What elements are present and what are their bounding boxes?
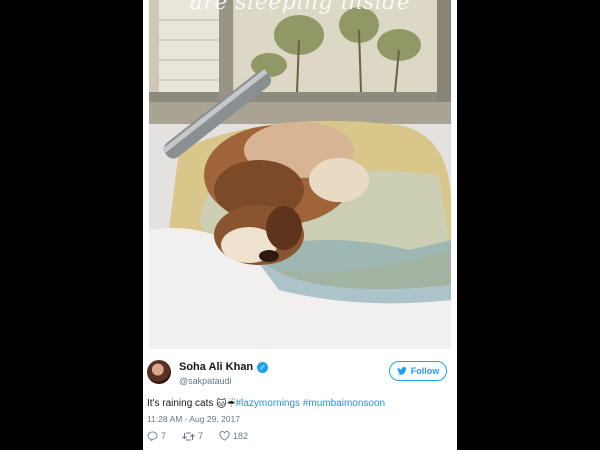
retweet-icon	[182, 432, 195, 440]
like-action[interactable]: 182	[219, 431, 248, 441]
verified-badge-icon: ✓	[257, 361, 269, 373]
hashtag-mumbaimonsoon[interactable]: #mumbaimonsoon	[303, 398, 385, 409]
tweet-author: Soha Ali Khan ✓ @sakpataudi Follow	[147, 358, 453, 392]
tweet-card: are sleeping inside Soha Ali Khan ✓ @sak…	[143, 0, 457, 450]
author-handle[interactable]: @sakpataudi	[179, 376, 232, 386]
tweet-photo[interactable]: are sleeping inside	[149, 0, 451, 349]
twitter-bird-icon	[396, 367, 407, 375]
retweet-action[interactable]: 7	[182, 431, 203, 441]
hashtag-lazymornings[interactable]: #lazymornings	[236, 398, 300, 409]
tweet-timestamp[interactable]: 11:28 AM - Aug 29, 2017	[147, 414, 240, 424]
photo-overlay-text: are sleeping inside	[189, 0, 411, 15]
umbrella-rain-icon: ☔	[226, 399, 236, 410]
reply-action[interactable]: 7	[147, 431, 166, 441]
retweet-count: 7	[198, 431, 204, 441]
cat-face-icon: 🐱	[216, 399, 227, 410]
reply-count: 7	[161, 431, 167, 441]
tweet-text: It's raining cats 🐱☔#lazymornings #mumba…	[147, 398, 385, 410]
reply-icon	[147, 431, 158, 441]
author-name[interactable]: Soha Ali Khan	[179, 361, 253, 373]
tweet-actions: 7 7 182	[147, 431, 248, 441]
avatar[interactable]	[147, 360, 171, 384]
dog-sleeping-on-blanket-photo	[149, 0, 451, 349]
like-count: 182	[233, 431, 249, 441]
author-name-line: Soha Ali Khan ✓	[179, 361, 269, 373]
follow-label: Follow	[410, 366, 440, 376]
tweet-text-body: It's raining cats	[147, 398, 214, 409]
follow-button[interactable]: Follow	[389, 361, 447, 381]
heart-icon	[219, 431, 230, 441]
